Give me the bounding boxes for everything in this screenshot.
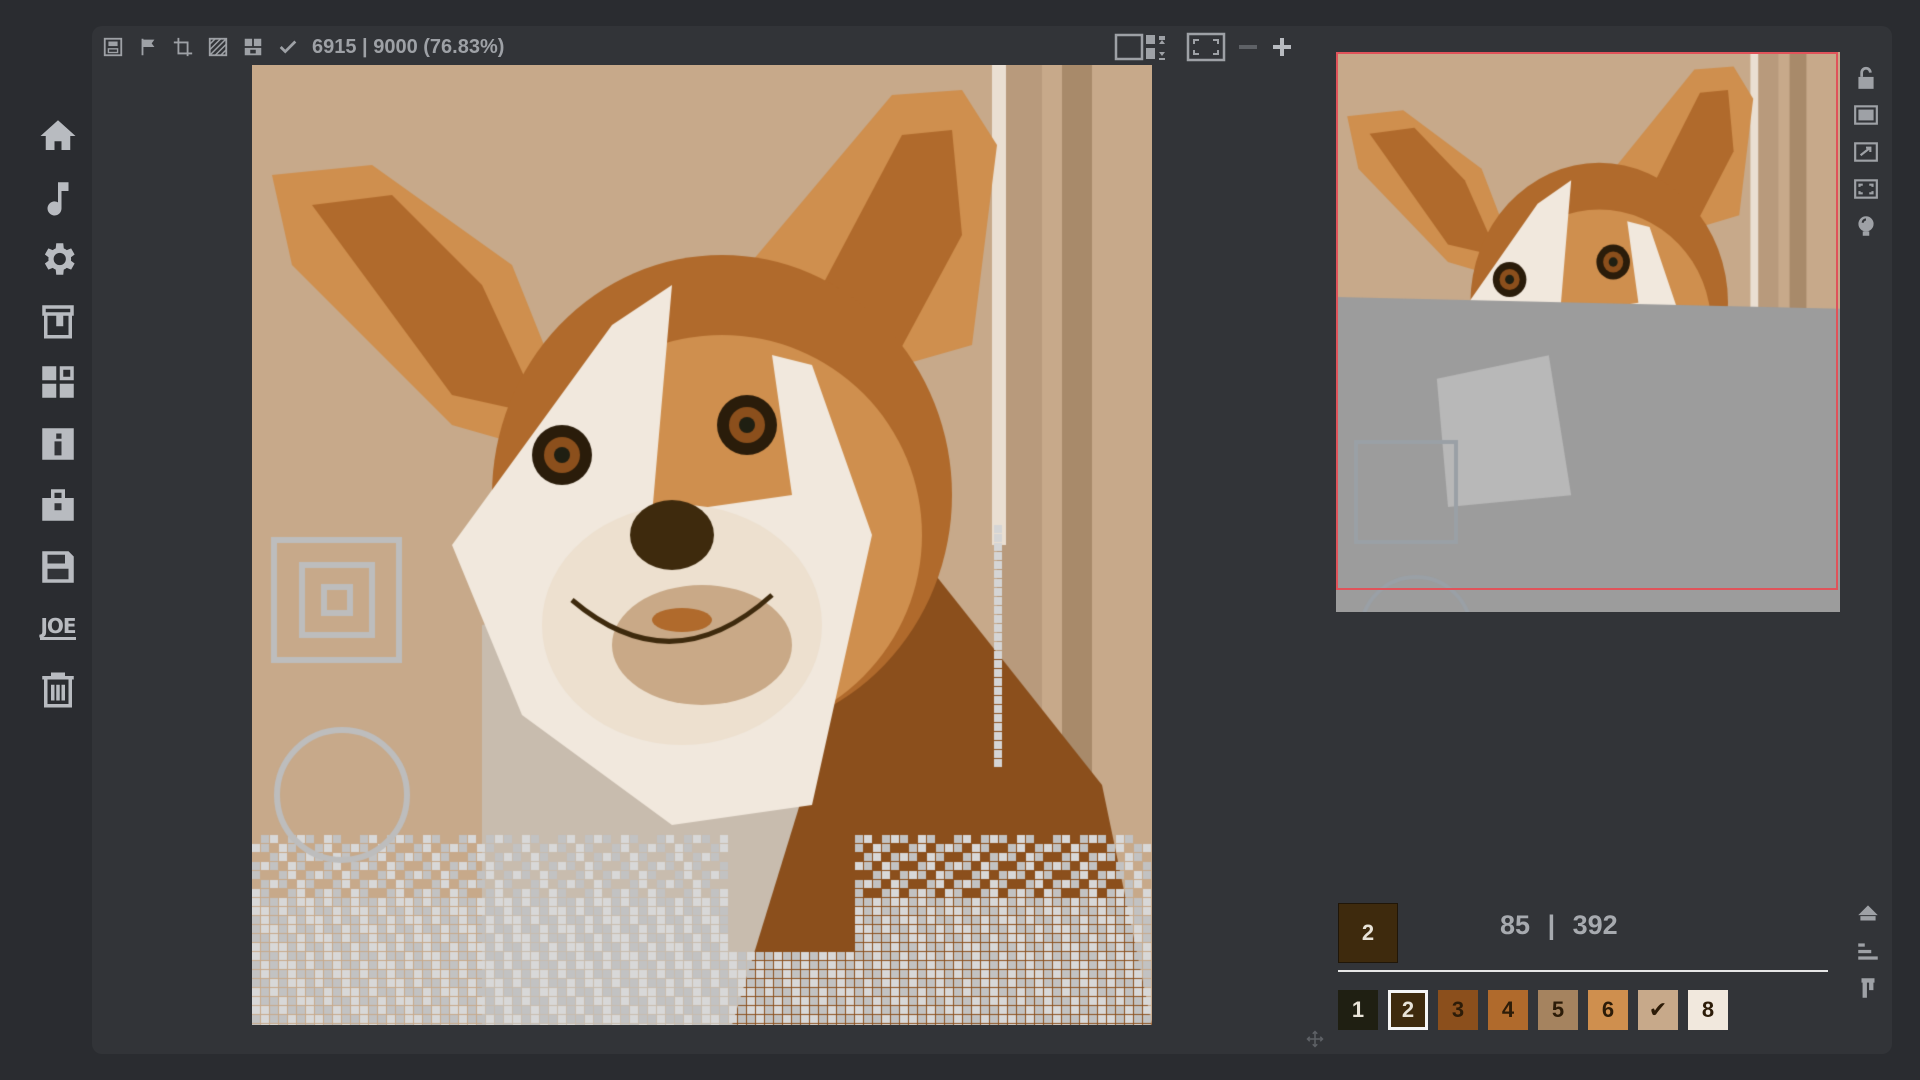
info-button[interactable] (30, 416, 86, 472)
zoom-in-icon (1273, 38, 1291, 56)
selected-color-swatch: 2 (1338, 903, 1398, 963)
home-tool-button[interactable] (1852, 898, 1884, 930)
crop-icon (173, 37, 193, 57)
palette-color-6[interactable]: 6 (1588, 990, 1628, 1030)
sort-icon (1858, 943, 1878, 960)
layout-icon (1114, 33, 1165, 61)
palette-color-5[interactable]: 5 (1538, 990, 1578, 1030)
paint-bucket-icon (42, 304, 74, 338)
crop-button[interactable] (170, 34, 196, 60)
palette-color-2[interactable]: 2 (1388, 990, 1428, 1030)
joe-button[interactable]: JOE (30, 600, 86, 656)
top-toolbar: 6915 | 9000 (76.83%) (100, 30, 504, 64)
progress-counter: 6915 | 9000 (76.83%) (312, 35, 505, 58)
fit-icon (1854, 179, 1878, 199)
selected-color-number: 2 (1361, 920, 1375, 945)
move-handle[interactable] (1306, 1030, 1324, 1053)
view-toolbar (1114, 30, 1304, 64)
pattern-button[interactable] (240, 34, 266, 60)
home-button[interactable] (30, 108, 86, 164)
toolbox-button[interactable] (30, 477, 86, 533)
expand-button[interactable] (1850, 136, 1882, 168)
check-icon (279, 40, 297, 54)
zoom-out-button[interactable] (1236, 30, 1260, 64)
zoom-in-button[interactable] (1270, 30, 1294, 64)
flag-button[interactable] (135, 34, 161, 60)
joe-logo: JOE (40, 614, 77, 640)
palette-color-label: 1 (1351, 997, 1365, 1022)
music-button[interactable] (30, 170, 86, 226)
sort-button[interactable] (1852, 935, 1884, 967)
unlock-button[interactable] (1850, 62, 1882, 94)
fullscreen-button[interactable] (1186, 30, 1226, 64)
palette-color-label: ✔ (1648, 997, 1668, 1022)
color-done-count: 85 (1500, 910, 1531, 940)
pixel-art-canvas[interactable] (252, 65, 1152, 1025)
fit-button[interactable] (1850, 173, 1882, 205)
info-icon (42, 427, 74, 460)
delete-button[interactable] (30, 662, 86, 718)
preview-tools (1850, 62, 1882, 247)
palette-color-label: 6 (1601, 997, 1615, 1022)
unlock-icon (1858, 66, 1874, 89)
layout-button[interactable] (1114, 30, 1176, 64)
preview-thumbnail[interactable] (1336, 52, 1840, 612)
home-icon (40, 120, 76, 150)
color-stats: 85 | 392 (1500, 910, 1618, 941)
color-palette: 1 2 3 4 5 6 ✔ 8 (1338, 990, 1738, 1030)
save-icon (103, 37, 123, 57)
sidebar: JOE (30, 108, 86, 723)
hint-icon (1858, 216, 1874, 236)
color-total-count: 392 (1572, 910, 1618, 940)
paint-canvas[interactable] (252, 65, 1152, 1025)
gear-icon (44, 243, 75, 275)
brush-button[interactable] (1852, 972, 1884, 1004)
palette-color-7[interactable]: ✔ (1638, 990, 1678, 1030)
expand-icon (1854, 142, 1878, 162)
move-icon (1306, 1030, 1324, 1048)
music-icon (47, 181, 69, 215)
hint-button[interactable] (1850, 210, 1882, 242)
toolbox-icon (42, 489, 74, 521)
lock-pattern-icon (244, 38, 262, 56)
palette-color-label: 2 (1401, 997, 1415, 1022)
settings-button[interactable] (30, 231, 86, 287)
save-button[interactable] (30, 539, 86, 595)
frame-button[interactable] (1850, 99, 1882, 131)
flag-icon (141, 38, 155, 56)
bottom-tools (1852, 898, 1884, 1009)
trash-icon (42, 672, 74, 707)
palette-color-label: 4 (1501, 997, 1515, 1022)
zoom-out-icon (1239, 45, 1257, 49)
palette-color-4[interactable]: 4 (1488, 990, 1528, 1030)
palette-color-label: 8 (1701, 997, 1715, 1022)
save-icon (42, 550, 74, 583)
palette-color-label: 5 (1551, 997, 1565, 1022)
fullscreen-icon (1186, 32, 1226, 62)
palette-divider (1338, 970, 1828, 972)
save-progress-button[interactable] (100, 34, 126, 60)
palette-color-1[interactable]: 1 (1338, 990, 1378, 1030)
color-stats-separator: | (1547, 910, 1556, 940)
palette-color-3[interactable]: 3 (1438, 990, 1478, 1030)
frame-icon (1854, 105, 1878, 125)
palette-color-label: 3 (1451, 997, 1465, 1022)
hatch-button[interactable] (205, 34, 231, 60)
home-tool-icon (1858, 905, 1878, 921)
check-button[interactable] (275, 34, 301, 60)
dashboard-button[interactable] (30, 354, 86, 410)
dashboard-icon (42, 366, 74, 398)
palette-color-8[interactable]: 8 (1688, 990, 1728, 1030)
preview-image (1336, 52, 1840, 612)
brush-icon (1861, 978, 1875, 998)
hatch-icon (208, 37, 228, 57)
paint-button[interactable] (30, 293, 86, 349)
